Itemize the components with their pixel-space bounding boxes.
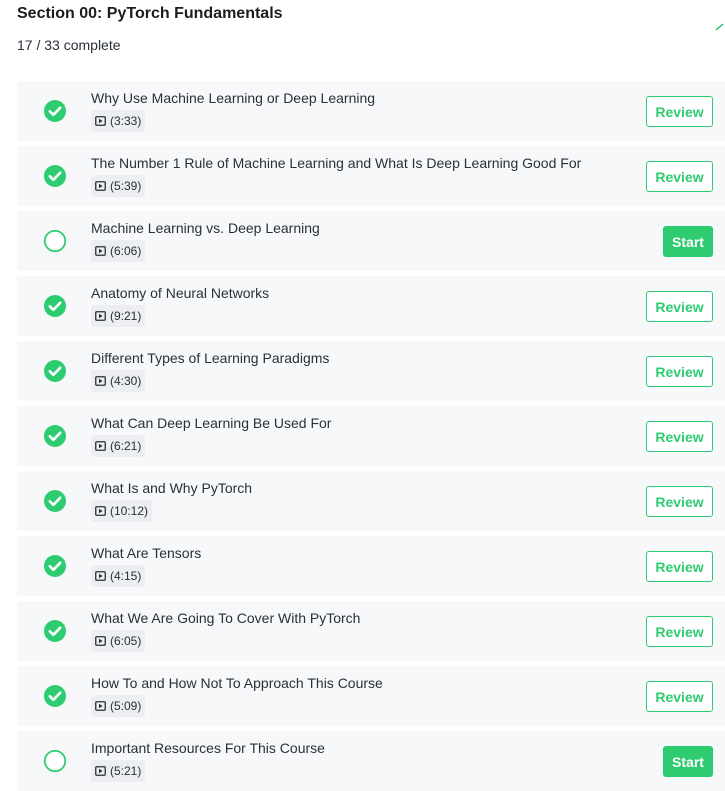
completed-check-icon [44,620,66,642]
lecture-duration-text: (5:21) [110,764,142,778]
course-section-page: Section 00: PyTorch Fundamentals 17 / 33… [0,0,725,791]
lecture-row[interactable]: Important Resources For This Course (5:2… [17,731,725,791]
review-button[interactable]: Review [646,616,713,647]
review-button[interactable]: Review [646,551,713,582]
lecture-title[interactable]: How To and How Not To Approach This Cour… [91,675,383,692]
lecture-title[interactable]: Why Use Machine Learning or Deep Learnin… [91,90,375,107]
lecture-row[interactable]: The Number 1 Rule of Machine Learning an… [17,146,725,206]
lecture-row[interactable]: Different Types of Learning Paradigms (4… [17,341,725,401]
completed-check-icon [44,685,66,707]
lecture-duration: (9:21) [91,305,146,327]
lecture-list: Why Use Machine Learning or Deep Learnin… [17,81,725,791]
completed-check-icon [44,295,66,317]
lecture-title[interactable]: Machine Learning vs. Deep Learning [91,220,320,237]
lecture-duration: (10:12) [91,500,153,522]
video-icon [95,571,106,581]
lecture-duration: (4:30) [91,370,146,392]
lecture-duration-text: (5:39) [110,179,142,193]
lecture-title[interactable]: What Are Tensors [91,545,201,562]
lecture-title[interactable]: Anatomy of Neural Networks [91,285,269,302]
lecture-duration: (6:05) [91,630,146,652]
video-icon [95,246,106,256]
completed-check-icon [44,100,66,122]
lecture-duration: (4:15) [91,565,146,587]
lecture-title[interactable]: What We Are Going To Cover With PyTorch [91,610,360,627]
lecture-duration: (6:06) [91,240,146,262]
section-title: Section 00: PyTorch Fundamentals [17,5,283,22]
lecture-title[interactable]: What Can Deep Learning Be Used For [91,415,331,432]
lecture-duration-text: (4:30) [110,374,142,388]
lecture-duration-text: (10:12) [110,504,149,518]
lecture-duration-text: (9:21) [110,309,142,323]
lecture-title[interactable]: The Number 1 Rule of Machine Learning an… [91,155,581,172]
lecture-duration-text: (6:05) [110,634,142,648]
lecture-duration: (3:33) [91,110,146,132]
lecture-row[interactable]: What We Are Going To Cover With PyTorch … [17,601,725,661]
start-button[interactable]: Start [663,746,713,777]
lecture-duration: (5:09) [91,695,146,717]
lecture-row[interactable]: What Are Tensors (4:15) Review [17,536,725,596]
completed-check-icon [44,490,66,512]
review-button[interactable]: Review [646,356,713,387]
video-icon [95,701,106,711]
collapse-chevron-icon[interactable] [714,14,725,34]
lecture-row[interactable]: Machine Learning vs. Deep Learning (6:06… [17,211,725,271]
video-icon [95,116,106,126]
video-icon [95,636,106,646]
incomplete-circle-icon [43,229,67,253]
section-progress: 17 / 33 complete [17,37,121,53]
lecture-row[interactable]: What Can Deep Learning Be Used For (6:21… [17,406,725,466]
start-button[interactable]: Start [663,226,713,257]
video-icon [95,441,106,451]
lecture-duration-text: (6:06) [110,244,142,258]
video-icon [95,506,106,516]
video-icon [95,766,106,776]
completed-check-icon [44,555,66,577]
lecture-row[interactable]: Anatomy of Neural Networks (9:21) Review [17,276,725,336]
lecture-duration: (6:21) [91,435,146,457]
lecture-duration: (5:39) [91,175,146,197]
lecture-row[interactable]: Why Use Machine Learning or Deep Learnin… [17,81,725,141]
completed-check-icon [44,165,66,187]
lecture-title[interactable]: Important Resources For This Course [91,740,325,757]
completed-check-icon [44,360,66,382]
review-button[interactable]: Review [646,291,713,322]
lecture-duration-text: (3:33) [110,114,142,128]
lecture-title[interactable]: What Is and Why PyTorch [91,480,252,497]
review-button[interactable]: Review [646,421,713,452]
lecture-duration-text: (4:15) [110,569,142,583]
review-button[interactable]: Review [646,486,713,517]
review-button[interactable]: Review [646,681,713,712]
lecture-duration-text: (5:09) [110,699,142,713]
lecture-row[interactable]: How To and How Not To Approach This Cour… [17,666,725,726]
lecture-title[interactable]: Different Types of Learning Paradigms [91,350,329,367]
video-icon [95,311,106,321]
review-button[interactable]: Review [646,161,713,192]
lecture-row[interactable]: What Is and Why PyTorch (10:12) Review [17,471,725,531]
lecture-duration: (5:21) [91,760,146,782]
video-icon [95,181,106,191]
incomplete-circle-icon [43,749,67,773]
review-button[interactable]: Review [646,96,713,127]
lecture-duration-text: (6:21) [110,439,142,453]
completed-check-icon [44,425,66,447]
video-icon [95,376,106,386]
